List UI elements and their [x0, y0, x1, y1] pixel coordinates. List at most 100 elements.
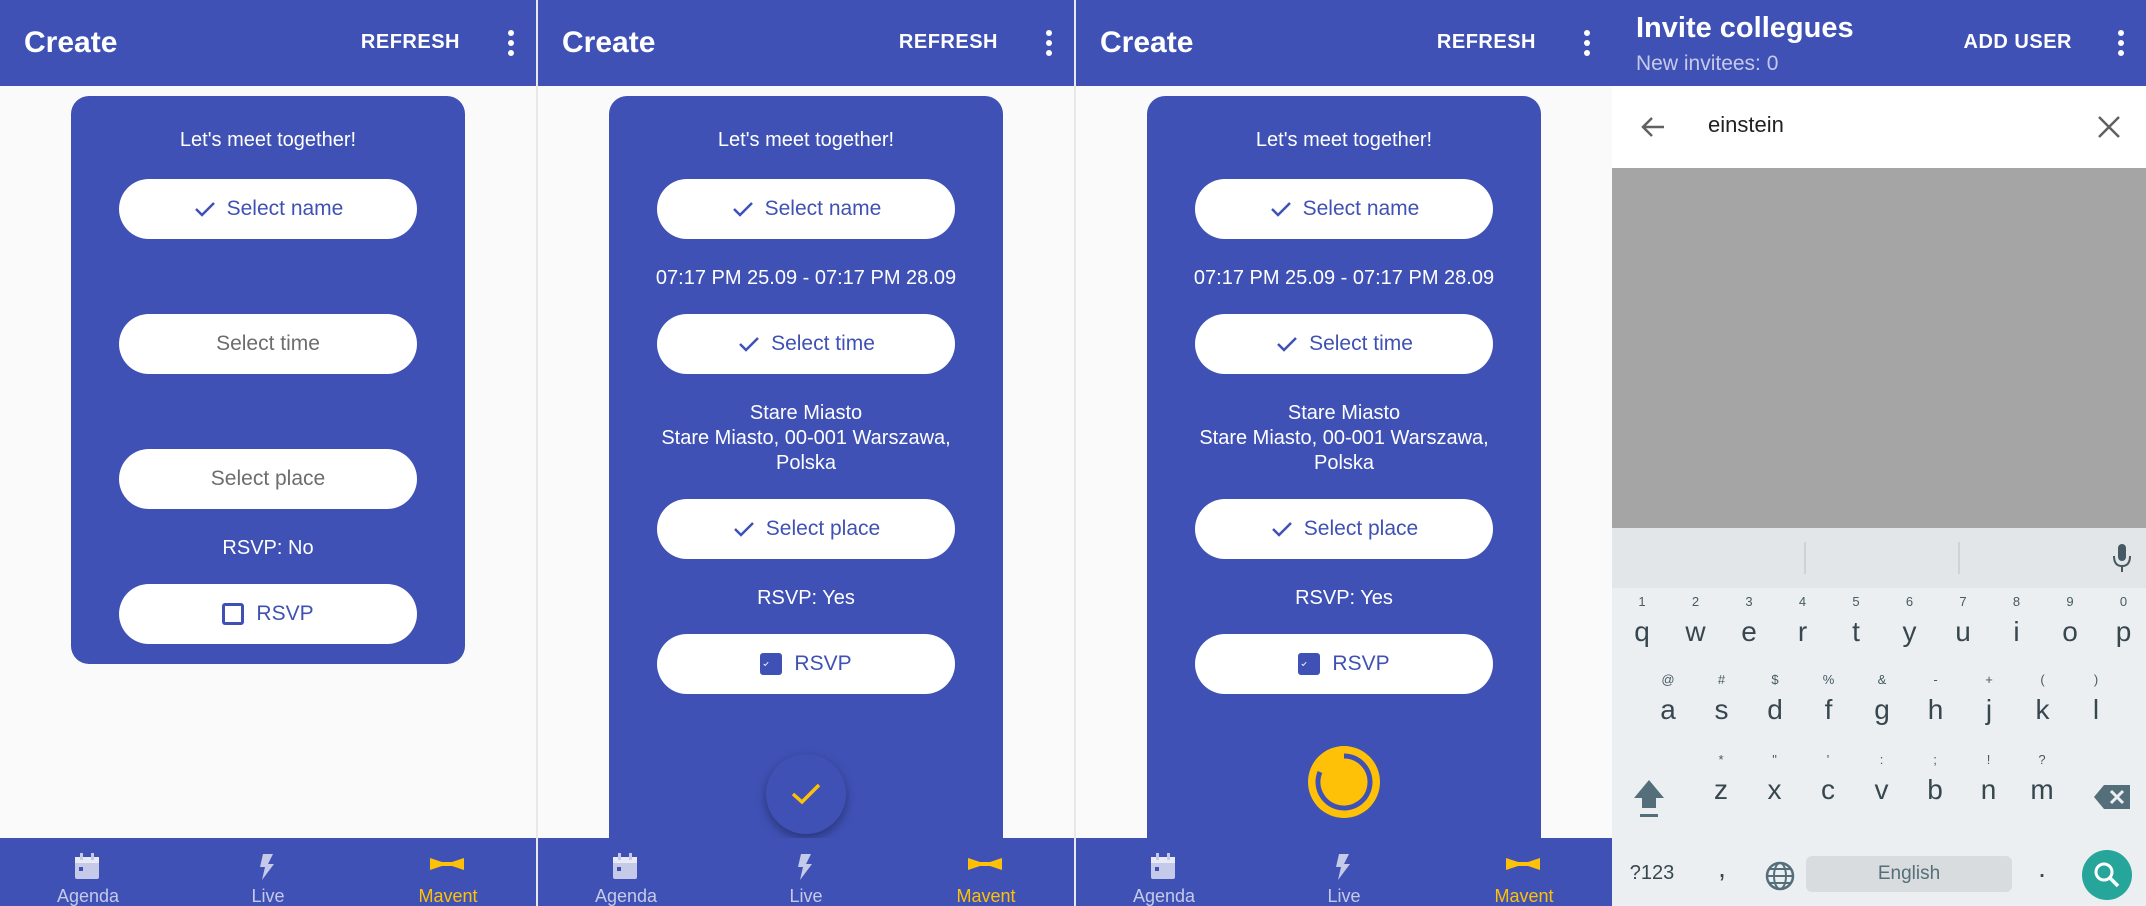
key-y[interactable]: 6y [1888, 594, 1932, 648]
key-w[interactable]: 2w [1674, 594, 1718, 648]
key-p[interactable]: 0p [2102, 594, 2146, 648]
key-letter: v [1874, 774, 1889, 805]
select-name-button[interactable]: Select name [1195, 179, 1493, 239]
key-u[interactable]: 7u [1941, 594, 1985, 648]
select-name-label: Select name [226, 197, 344, 220]
nav-mavent[interactable]: Mavent [388, 838, 508, 906]
key-z[interactable]: * z [1699, 752, 1743, 806]
key-i[interactable]: 8i [1995, 594, 2039, 648]
key-hint: 6 [1905, 594, 1914, 609]
key-hint: * [1718, 752, 1724, 767]
nav-mavent-label: Mavent [956, 886, 1016, 906]
time-range: 07:17 PM 25.09 - 07:17 PM 28.09 [655, 267, 957, 289]
refresh-button[interactable]: REFRESH [361, 31, 460, 54]
key-letter: k [2035, 694, 2050, 725]
key-g[interactable]: & g [1860, 672, 1904, 726]
nav-agenda[interactable]: Agenda [1104, 838, 1224, 906]
key-hint: : [1879, 752, 1884, 767]
nav-agenda-label: Agenda [594, 886, 658, 906]
key-r[interactable]: 4r [1781, 594, 1825, 648]
rsvp-toggle[interactable]: RSVP [657, 634, 955, 694]
select-time-button[interactable]: Select time [1195, 314, 1493, 374]
key-s[interactable]: # s [1700, 672, 1744, 726]
key-o[interactable]: 9o [2048, 594, 2092, 648]
ribbon-icon [968, 858, 1002, 870]
bottom-nav: Agenda Live Mavent [0, 838, 536, 906]
select-time-button[interactable]: Select time [657, 314, 955, 374]
add-user-button[interactable]: ADD USER [1964, 31, 2072, 54]
nav-live[interactable]: Live [1284, 838, 1404, 906]
key-letter: y [1902, 616, 1917, 647]
search-key[interactable] [2082, 850, 2132, 900]
nav-live[interactable]: Live [208, 838, 328, 906]
globe-icon[interactable] [1764, 860, 1796, 892]
key-letter: u [1955, 616, 1971, 647]
key-letter: g [1874, 694, 1890, 725]
nav-live[interactable]: Live [746, 838, 866, 906]
refresh-button[interactable]: REFRESH [899, 31, 998, 54]
select-time-label: Select time [1309, 332, 1413, 355]
key-h[interactable]: -h [1914, 672, 1958, 726]
key-hint: ! [1986, 752, 1991, 767]
nav-agenda[interactable]: Agenda [566, 838, 686, 906]
key-j[interactable]: + j [1967, 672, 2011, 726]
comma-key[interactable]: , [1700, 852, 1744, 884]
space-bar[interactable]: English [1806, 856, 2012, 892]
select-time-button[interactable]: Select time [119, 314, 417, 374]
select-place-button[interactable]: Select place [119, 449, 417, 509]
period-key[interactable]: . [2020, 852, 2064, 884]
key-q[interactable]: 1q [1620, 594, 1664, 648]
rsvp-toggle[interactable]: RSVP [119, 584, 417, 644]
select-place-button[interactable]: Select place [1195, 499, 1493, 559]
place-name: Stare Miasto [1287, 402, 1401, 424]
more-options-icon[interactable] [2118, 30, 2124, 56]
confirm-fab[interactable] [766, 754, 846, 834]
nav-mavent[interactable]: Mavent [1464, 838, 1584, 906]
key-a[interactable]: @ a [1646, 672, 1690, 726]
calendar-icon [1151, 853, 1175, 879]
checkbox-checked-icon [760, 653, 783, 675]
rsvp-status: RSVP: Yes [757, 587, 855, 609]
create-screen-1: Create REFRESH Let's meet together! Sele… [0, 0, 536, 906]
microphone-icon[interactable] [2112, 542, 2132, 574]
key-e[interactable]: 3e [1727, 594, 1771, 648]
shift-icon[interactable] [1630, 776, 1668, 820]
close-icon[interactable] [2096, 114, 2122, 140]
search-input[interactable]: einstein [1708, 112, 1784, 138]
key-v[interactable]: :v [1860, 752, 1904, 806]
key-l[interactable]: ) l [2074, 672, 2118, 726]
refresh-button[interactable]: REFRESH [1437, 31, 1536, 54]
key-f[interactable]: % f [1807, 672, 1851, 726]
key-n[interactable]: ! n [1967, 752, 2011, 806]
back-arrow-icon[interactable] [1638, 112, 1668, 142]
key-letter: w [1685, 616, 1706, 647]
nav-agenda[interactable]: Agenda [28, 838, 148, 906]
more-options-icon[interactable] [508, 30, 514, 56]
select-name-button[interactable]: Select name [657, 179, 955, 239]
key-m[interactable]: ? m [2020, 752, 2064, 806]
place-address-line1: Stare Miasto, 00-001 Warszawa, [1199, 427, 1489, 449]
more-options-icon[interactable] [1046, 30, 1052, 56]
backspace-icon[interactable] [2092, 782, 2132, 812]
key-hint: % [1822, 672, 1835, 687]
key-k[interactable]: (k [2021, 672, 2065, 726]
calendar-icon [75, 853, 99, 879]
place-name: Stare Miasto [749, 402, 863, 424]
rsvp-toggle[interactable]: RSVP [1195, 634, 1493, 694]
key-b[interactable]: ; b [1913, 752, 1957, 806]
select-time-label: Select time [771, 332, 875, 355]
key-letter: m [2030, 774, 2054, 805]
nav-mavent[interactable]: Mavent [926, 838, 1046, 906]
more-options-icon[interactable] [1584, 30, 1590, 56]
key-letter: j [1985, 694, 1993, 725]
key-d[interactable]: $ d [1753, 672, 1797, 726]
key-c[interactable]: ' c [1806, 752, 1850, 806]
rsvp-label: RSVP [256, 602, 314, 625]
key-x[interactable]: " x [1753, 752, 1797, 806]
symbols-key[interactable]: ?123 [1622, 862, 1682, 885]
key-letter: l [2092, 694, 2100, 725]
select-name-button[interactable]: Select name [119, 179, 417, 239]
nav-mavent-label: Mavent [418, 886, 478, 906]
key-t[interactable]: 5t [1834, 594, 1878, 648]
select-place-button[interactable]: Select place [657, 499, 955, 559]
